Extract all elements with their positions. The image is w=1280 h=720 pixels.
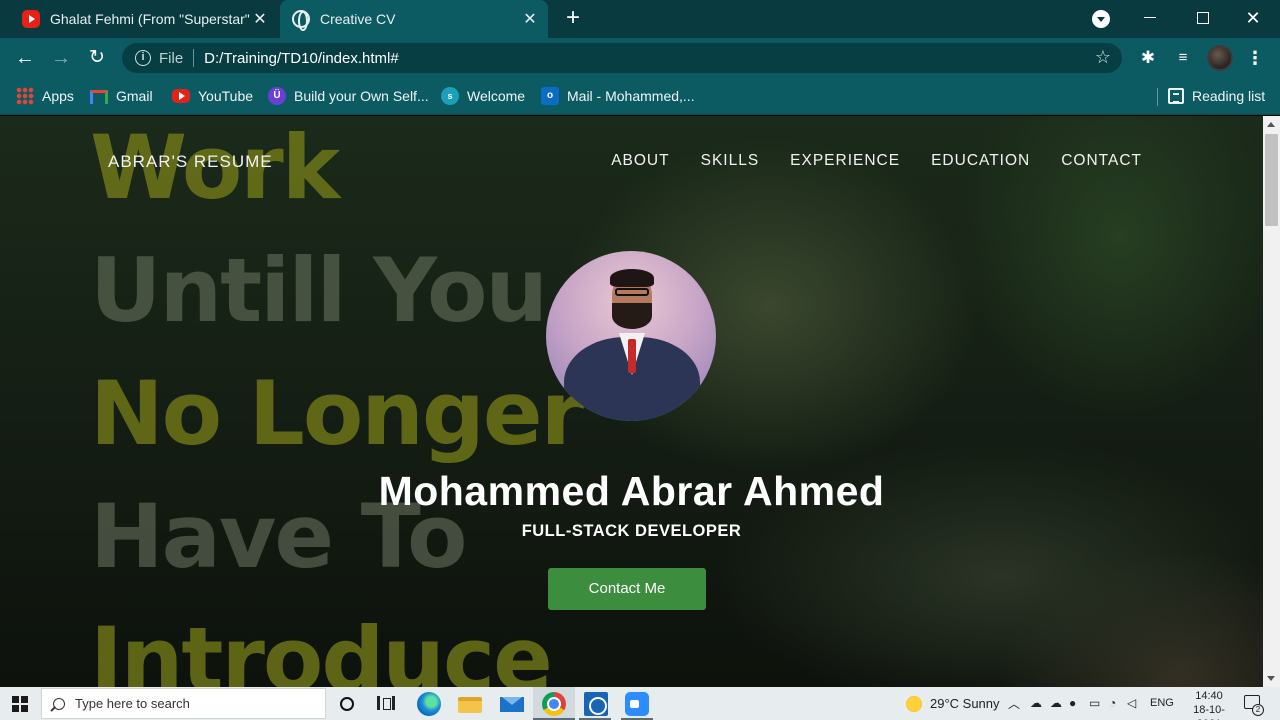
outlook-icon: o xyxy=(541,87,559,105)
nav-skills[interactable]: SKILLS xyxy=(701,152,760,170)
reading-list-button[interactable]: Reading list xyxy=(1168,86,1265,106)
youtube-icon xyxy=(172,89,190,103)
browser-menu-icon[interactable]: ⋮ xyxy=(1244,47,1266,69)
profile-avatar[interactable] xyxy=(1207,45,1233,71)
bookmark-label: Gmail xyxy=(116,88,153,104)
new-tab-button[interactable]: + xyxy=(562,6,584,30)
bookmark-welcome[interactable]: s Welcome xyxy=(441,86,525,106)
browser-toolbar: ← → ↻ i File D:/Training/TD10/index.html… xyxy=(0,38,1280,78)
search-icon xyxy=(53,697,65,710)
address-divider xyxy=(193,49,195,67)
reading-list-icon xyxy=(1168,88,1184,104)
clock[interactable]: 14:40 18-10-2021 xyxy=(1186,689,1232,720)
windows-start-icon[interactable] xyxy=(12,696,28,712)
weather-sun-icon[interactable] xyxy=(906,696,922,712)
scroll-up-icon[interactable] xyxy=(1267,122,1275,127)
bookmark-gmail[interactable]: Gmail xyxy=(90,86,153,106)
page-scrollbar[interactable] xyxy=(1263,116,1280,687)
edge-icon[interactable] xyxy=(417,692,441,716)
cloud-icon[interactable]: ☁ xyxy=(1050,696,1062,710)
tab-title: Creative CV xyxy=(320,11,396,27)
cortana-icon[interactable] xyxy=(340,697,354,711)
info-icon[interactable]: i xyxy=(135,50,151,66)
close-window-button[interactable]: ✕ xyxy=(1241,6,1265,30)
youtube-favicon-icon xyxy=(22,10,40,28)
bookmark-label: Welcome xyxy=(467,88,526,104)
tab-creative-cv[interactable]: Creative CV ✕ xyxy=(280,0,548,38)
restore-button[interactable] xyxy=(1190,6,1214,30)
zoom-icon[interactable] xyxy=(625,692,649,716)
tab-title: Ghalat Fehmi (From "Superstar") xyxy=(50,11,250,27)
windows-taskbar: Type here to search 29°C Sunny ︿ ☁ ☁ ● ▭… xyxy=(0,687,1280,720)
bookmark-label: Apps xyxy=(42,88,74,104)
scrollbar-thumb[interactable] xyxy=(1265,134,1278,226)
bookmark-mail[interactable]: o Mail - Mohammed,... xyxy=(541,86,695,106)
build-icon: Ü xyxy=(268,87,286,105)
background-word: Introduce xyxy=(90,608,553,687)
background-word: Untill You xyxy=(90,239,548,342)
nav-education[interactable]: EDUCATION xyxy=(931,152,1030,170)
bookmark-label: Build your Own Self... xyxy=(294,88,429,104)
reading-list-label: Reading list xyxy=(1192,88,1266,104)
file-explorer-icon[interactable] xyxy=(458,697,482,713)
tab-close-icon[interactable]: ✕ xyxy=(250,9,270,29)
extensions-icon[interactable]: ✱ xyxy=(1137,47,1159,69)
clock-date: 18-10-2021 xyxy=(1193,704,1225,720)
bookmarks-divider xyxy=(1157,88,1158,106)
hero-name: Mohammed Abrar Ahmed xyxy=(378,468,885,514)
globe-favicon-icon xyxy=(292,10,310,31)
chrome-icon[interactable] xyxy=(542,692,566,716)
site-nav: ABOUT SKILLS EXPERIENCE EDUCATION CONTAC… xyxy=(611,152,1142,170)
tab-youtube[interactable]: Ghalat Fehmi (From "Superstar") ✕ xyxy=(10,0,278,38)
forward-button[interactable]: → xyxy=(50,47,72,69)
scheme-label: File xyxy=(159,49,184,67)
contact-me-button[interactable]: Contact Me xyxy=(548,568,706,610)
nav-contact[interactable]: CONTACT xyxy=(1061,152,1142,170)
remote-desktop-icon[interactable] xyxy=(584,692,608,716)
bookmark-star-icon[interactable]: ☆ xyxy=(1095,47,1111,68)
onedrive-icon[interactable]: ☁ xyxy=(1030,696,1042,710)
tab-strip: Ghalat Fehmi (From "Superstar") ✕ Creati… xyxy=(0,0,1280,38)
nav-about[interactable]: ABOUT xyxy=(611,152,669,170)
scroll-down-icon[interactable] xyxy=(1267,676,1275,681)
profile-photo xyxy=(546,251,716,421)
microphone-icon[interactable]: ● xyxy=(1069,696,1076,710)
address-bar[interactable]: i File D:/Training/TD10/index.html# ☆ xyxy=(122,43,1122,73)
media-control-icon[interactable]: ≡ xyxy=(1172,47,1194,69)
back-button[interactable]: ← xyxy=(14,47,36,69)
hero-role: FULL-STACK DEVELOPER xyxy=(521,522,742,540)
sharepoint-icon: s xyxy=(441,87,459,105)
reload-button[interactable]: ↻ xyxy=(86,47,108,69)
hero-background-quote: Work Untill You No Longer Have To Introd… xyxy=(90,116,610,687)
volume-icon[interactable]: ◁ xyxy=(1127,696,1136,710)
gmail-icon xyxy=(90,90,108,104)
tray-expand-icon[interactable]: ︿ xyxy=(1008,695,1020,712)
background-word: Work xyxy=(90,116,340,219)
bookmarks-bar: Apps Gmail YouTube Ü Build your Own Self… xyxy=(0,78,1280,115)
tab-close-icon[interactable]: ✕ xyxy=(520,9,540,29)
bookmark-build-your-own-self[interactable]: Ü Build your Own Self... xyxy=(268,86,429,106)
bookmark-apps[interactable]: Apps xyxy=(16,86,74,106)
mail-app-icon[interactable] xyxy=(500,697,524,712)
task-view-icon[interactable] xyxy=(377,696,395,710)
site-brand[interactable]: ABRAR'S RESUME xyxy=(108,152,273,172)
background-word: No Longer xyxy=(90,362,584,465)
search-placeholder: Type here to search xyxy=(75,696,190,711)
page-hero: Work Untill You No Longer Have To Introd… xyxy=(0,116,1263,687)
clock-time: 14:40 xyxy=(1195,690,1223,702)
tab-search-icon[interactable] xyxy=(1092,10,1110,28)
apps-grid-icon xyxy=(16,87,34,105)
bookmark-youtube[interactable]: YouTube xyxy=(172,86,253,106)
bookmark-label: YouTube xyxy=(198,88,254,104)
nav-experience[interactable]: EXPERIENCE xyxy=(790,152,900,170)
language-indicator[interactable]: ENG xyxy=(1150,697,1174,709)
notification-badge: 2 xyxy=(1252,704,1264,716)
url-text[interactable]: D:/Training/TD10/index.html# xyxy=(204,50,399,67)
minimize-button[interactable] xyxy=(1138,6,1162,30)
bookmark-label: Mail - Mohammed,... xyxy=(567,88,695,104)
taskbar-search-box[interactable]: Type here to search xyxy=(41,688,326,719)
battery-icon[interactable]: ▭ xyxy=(1089,696,1100,710)
wifi-icon[interactable]: ◔ xyxy=(1109,696,1116,710)
weather-text[interactable]: 29°C Sunny xyxy=(930,696,1000,711)
